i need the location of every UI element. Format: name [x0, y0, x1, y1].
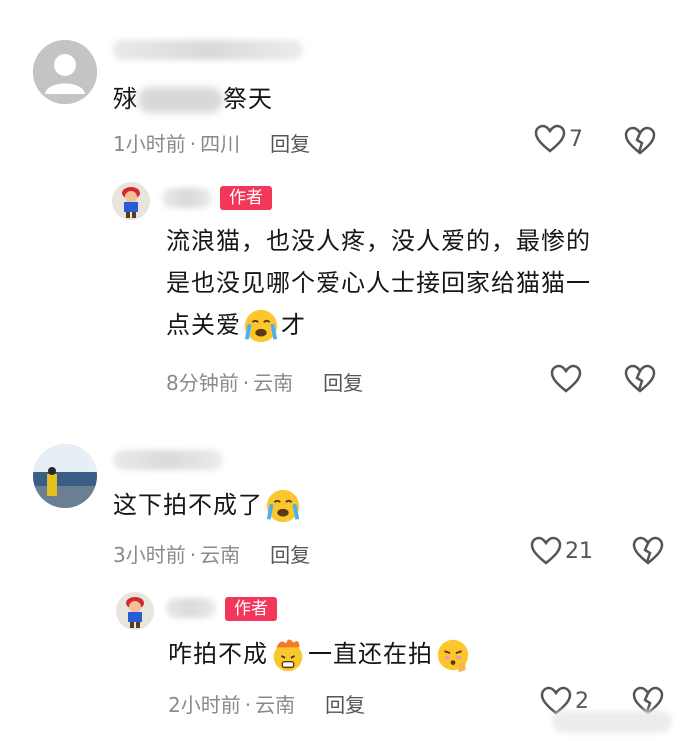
timestamp: 2小时前	[168, 693, 241, 717]
heart-outline-icon	[530, 536, 562, 565]
broken-heart-icon	[632, 536, 664, 565]
author-badge: 作者	[225, 597, 277, 621]
avatar[interactable]	[33, 40, 97, 104]
location: 云南	[200, 543, 241, 567]
reply-button[interactable]: 回复	[323, 371, 363, 395]
username[interactable]	[113, 40, 303, 60]
dislike-button[interactable]	[624, 126, 656, 160]
fire-face-emoji	[273, 639, 303, 672]
username[interactable]	[166, 598, 216, 618]
timestamp: 8分钟前	[166, 371, 239, 395]
comment-text: 这下拍不成了	[113, 484, 303, 526]
like-button[interactable]	[550, 364, 582, 394]
redacted-text	[138, 87, 223, 113]
like-count: 21	[565, 538, 593, 564]
username[interactable]	[162, 188, 212, 208]
shushing-face-emoji	[437, 639, 469, 673]
author-badge: 作者	[220, 186, 272, 210]
reply-button[interactable]: 回复	[325, 693, 365, 717]
crying-face-emoji	[266, 489, 300, 523]
comment-text: 殏祭天	[113, 85, 273, 113]
watermark	[552, 711, 672, 733]
comment-text: 咋拍不成 一直还在拍	[168, 633, 473, 675]
crying-face-emoji	[244, 309, 278, 343]
heart-outline-icon	[534, 124, 566, 153]
broken-heart-icon	[624, 126, 656, 155]
location: 云南	[253, 371, 294, 395]
comment-meta: 2小时前 · 云南 回复	[168, 693, 366, 717]
comment-meta: 1小时前 · 四川 回复	[113, 132, 311, 156]
comment-meta: 3小时前 · 云南 回复	[113, 543, 311, 567]
mario-avatar-icon	[116, 592, 154, 630]
dislike-button[interactable]	[624, 364, 656, 398]
dislike-button[interactable]	[632, 536, 664, 570]
username[interactable]	[113, 450, 223, 470]
reply-button[interactable]: 回复	[270, 132, 310, 156]
avatar[interactable]	[33, 444, 97, 508]
comment-text: 流浪猫，也没人疼，没人爱的，最惨的 是也没见哪个爱心人士接回家给猫猫一 点关爱才	[166, 220, 591, 346]
location: 云南	[255, 693, 296, 717]
timestamp: 3小时前	[113, 543, 186, 567]
photo-avatar-icon	[33, 444, 97, 508]
heart-outline-icon	[550, 364, 582, 393]
like-count: 7	[569, 126, 583, 152]
broken-heart-icon	[624, 364, 656, 393]
timestamp: 1小时前	[113, 132, 186, 156]
location: 四川	[200, 132, 241, 156]
avatar[interactable]	[112, 182, 150, 220]
like-button[interactable]: 7	[534, 124, 583, 154]
reply-button[interactable]: 回复	[270, 543, 310, 567]
default-avatar-icon	[33, 40, 97, 104]
like-count: 2	[575, 688, 589, 714]
mario-avatar-icon	[112, 182, 150, 220]
comment-meta: 8分钟前 · 云南 回复	[166, 371, 364, 395]
avatar[interactable]	[116, 592, 154, 630]
like-button[interactable]: 21	[530, 536, 593, 566]
